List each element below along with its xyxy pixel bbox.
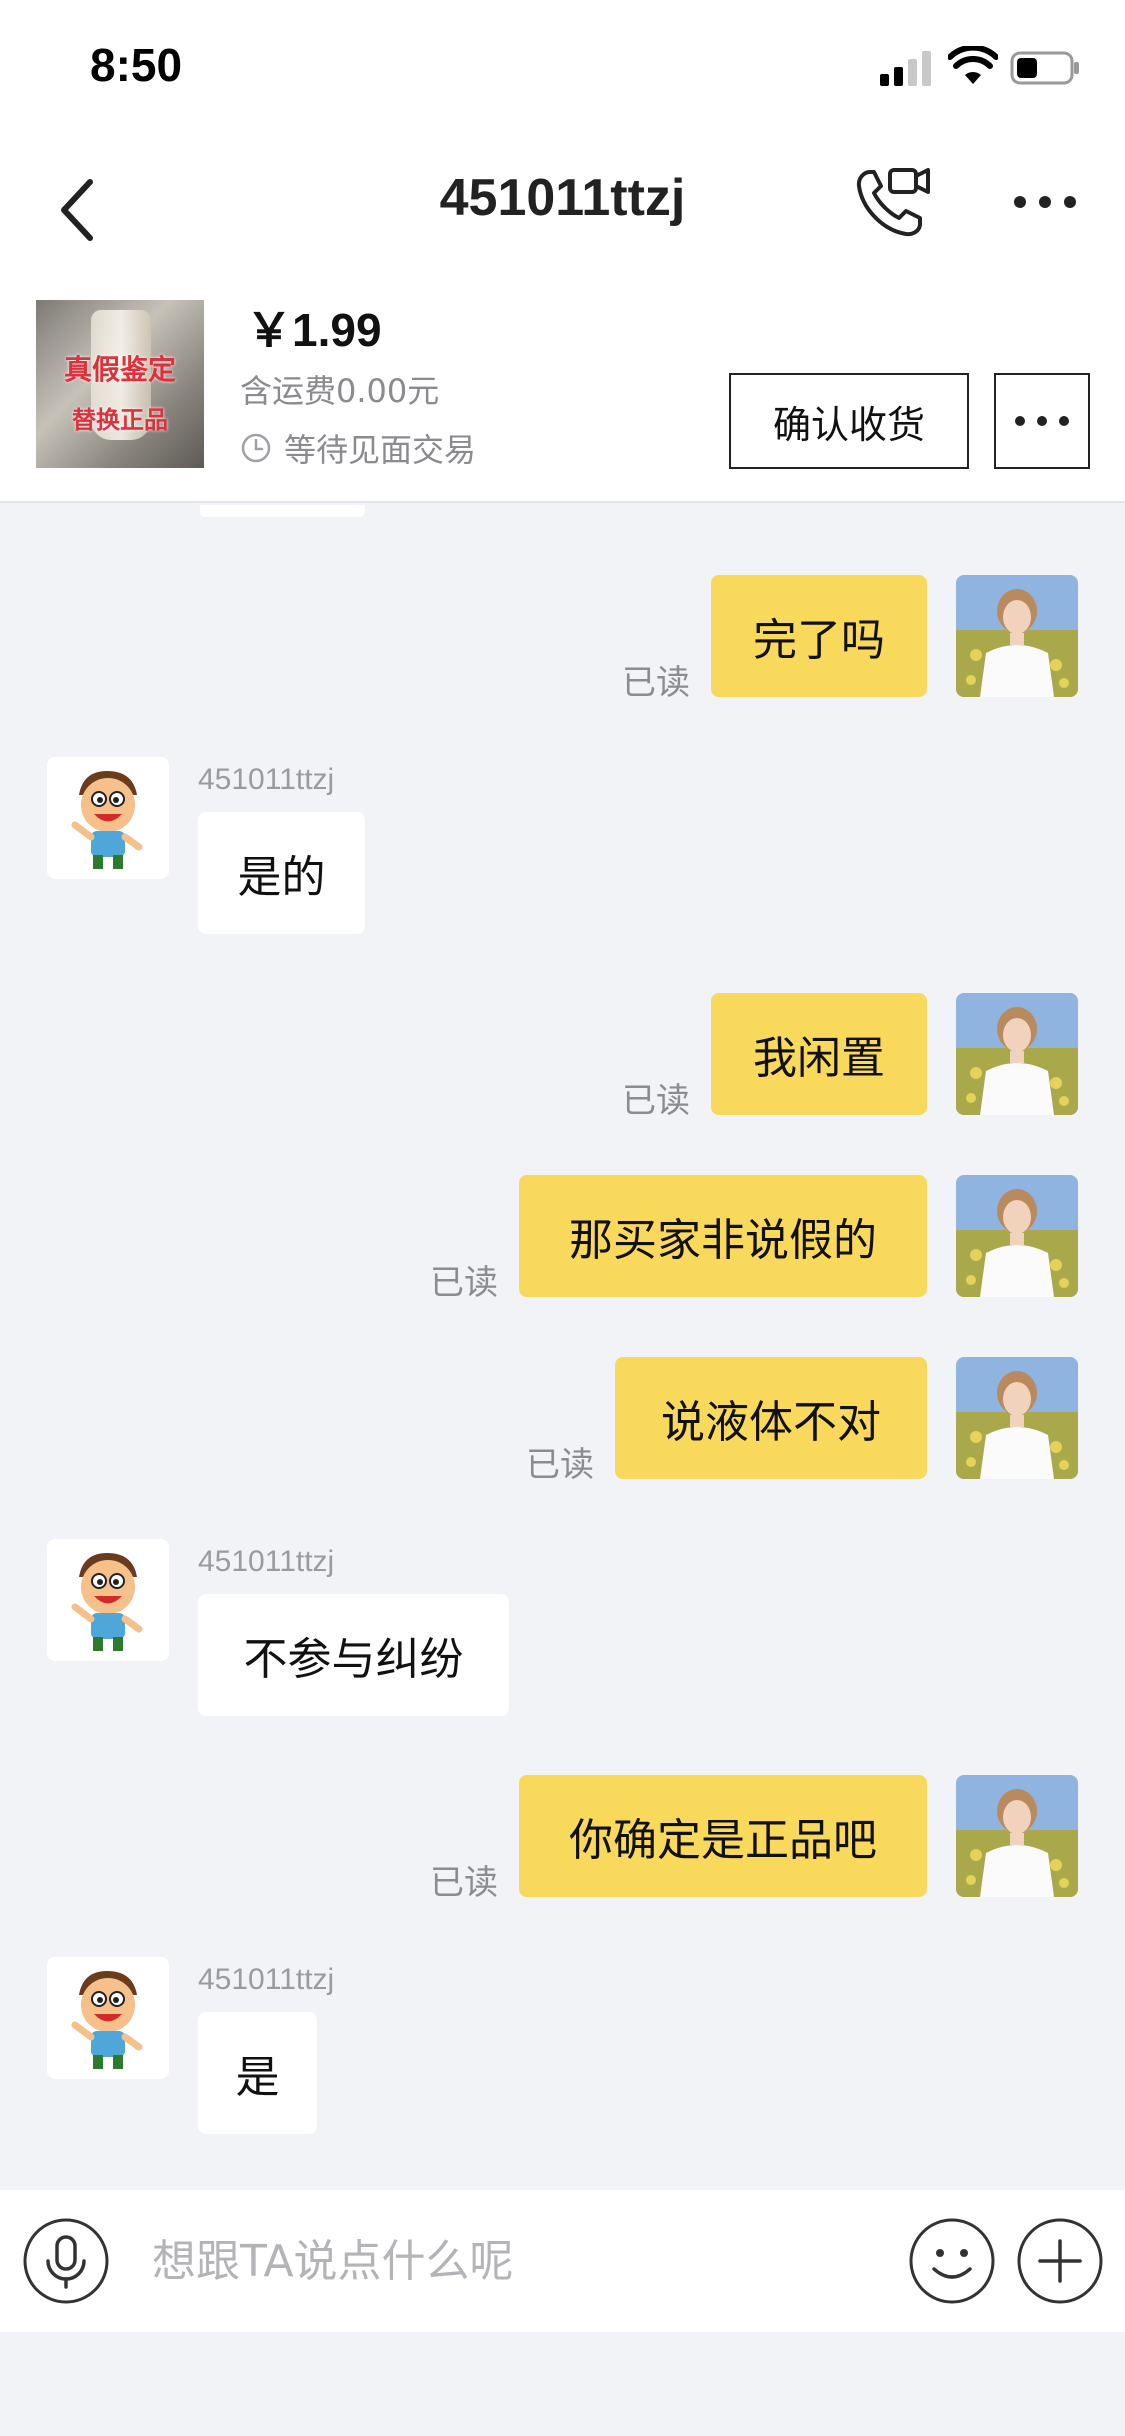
status-time: 8:50	[90, 39, 183, 91]
clock-icon	[241, 433, 271, 463]
microphone-icon[interactable]	[22, 2217, 110, 2305]
message-input[interactable]	[152, 2225, 852, 2297]
message-bubble[interactable]: 是的	[198, 812, 365, 934]
partner-avatar[interactable]	[47, 1539, 169, 1661]
message-bubble[interactable]: 说液体不对	[615, 1357, 927, 1479]
partner-avatar[interactable]	[47, 757, 169, 879]
wifi-icon	[948, 46, 998, 84]
sender-name: 451011ttzj	[198, 1545, 335, 1578]
my-avatar[interactable]	[956, 575, 1078, 697]
plus-icon[interactable]	[1016, 2217, 1104, 2305]
my-avatar[interactable]	[956, 1175, 1078, 1297]
cartoon-boy-avatar	[47, 1539, 169, 1661]
battery-icon	[1010, 51, 1079, 85]
thumbnail-text: 真假鉴定	[63, 353, 176, 386]
my-avatar[interactable]	[956, 1357, 1078, 1479]
message-bubble[interactable]: 那买家非说假的	[519, 1175, 927, 1297]
more-icon[interactable]	[1010, 190, 1080, 214]
avatar-photo	[956, 575, 1078, 697]
chat-title: 451011ttzj	[439, 169, 686, 227]
my-avatar[interactable]	[956, 993, 1078, 1115]
product-thumbnail[interactable]: 真假鉴定 替换正品	[36, 300, 204, 468]
more-icon	[1015, 416, 1069, 426]
cartoon-boy-avatar	[47, 1957, 169, 2079]
partner-avatar[interactable]	[47, 1957, 169, 2079]
message-bubble[interactable]: 完了吗	[711, 575, 927, 697]
message-bubble[interactable]: 不参与纠纷	[198, 1594, 509, 1716]
product-price: ￥1.99	[246, 304, 382, 356]
message-bubble[interactable]: 是	[198, 2012, 317, 2134]
read-receipt: 已读	[622, 663, 690, 703]
status-bar: 8:50	[0, 0, 1125, 140]
my-avatar[interactable]	[956, 1775, 1078, 1897]
home-indicator-area	[0, 2332, 1125, 2436]
message-bubble[interactable]: 我闲置	[711, 993, 927, 1115]
sender-name: 451011ttzj	[198, 1963, 335, 1996]
nav-bar: 451011ttzj	[0, 140, 1125, 300]
read-receipt: 已读	[622, 1081, 690, 1121]
avatar-photo	[956, 993, 1078, 1115]
shipping-fee: 含运费0.00元	[240, 372, 440, 410]
chat-message-list[interactable]: 已读 完了吗 451011ttzj 是的 已读 我闲置 已读 那买家非说假的 已…	[0, 505, 1125, 2190]
partial-message-bubble	[200, 505, 365, 517]
cellular-signal-icon	[880, 51, 931, 86]
avatar-photo	[956, 1357, 1078, 1479]
trade-status: 等待见面交易	[240, 428, 477, 469]
read-receipt: 已读	[526, 1445, 594, 1485]
trade-status-text: 等待见面交易	[284, 431, 477, 469]
message-bubble[interactable]: 你确定是正品吧	[519, 1775, 927, 1897]
sender-name: 451011ttzj	[198, 763, 335, 796]
card-more-button[interactable]	[994, 373, 1090, 469]
emoji-icon[interactable]	[908, 2217, 996, 2305]
video-call-icon[interactable]	[852, 162, 932, 242]
cartoon-boy-avatar	[47, 757, 169, 879]
read-receipt: 已读	[430, 1863, 498, 1903]
confirm-receipt-button[interactable]: 确认收货	[729, 373, 969, 469]
read-receipt: 已读	[430, 1263, 498, 1303]
product-card[interactable]: 真假鉴定 替换正品 ￥1.99 含运费0.00元 等待见面交易 确认收货	[0, 300, 1125, 503]
avatar-photo	[956, 1175, 1078, 1297]
thumbnail-text: 替换正品	[72, 406, 168, 434]
input-bar	[0, 2190, 1125, 2332]
avatar-photo	[956, 1775, 1078, 1897]
